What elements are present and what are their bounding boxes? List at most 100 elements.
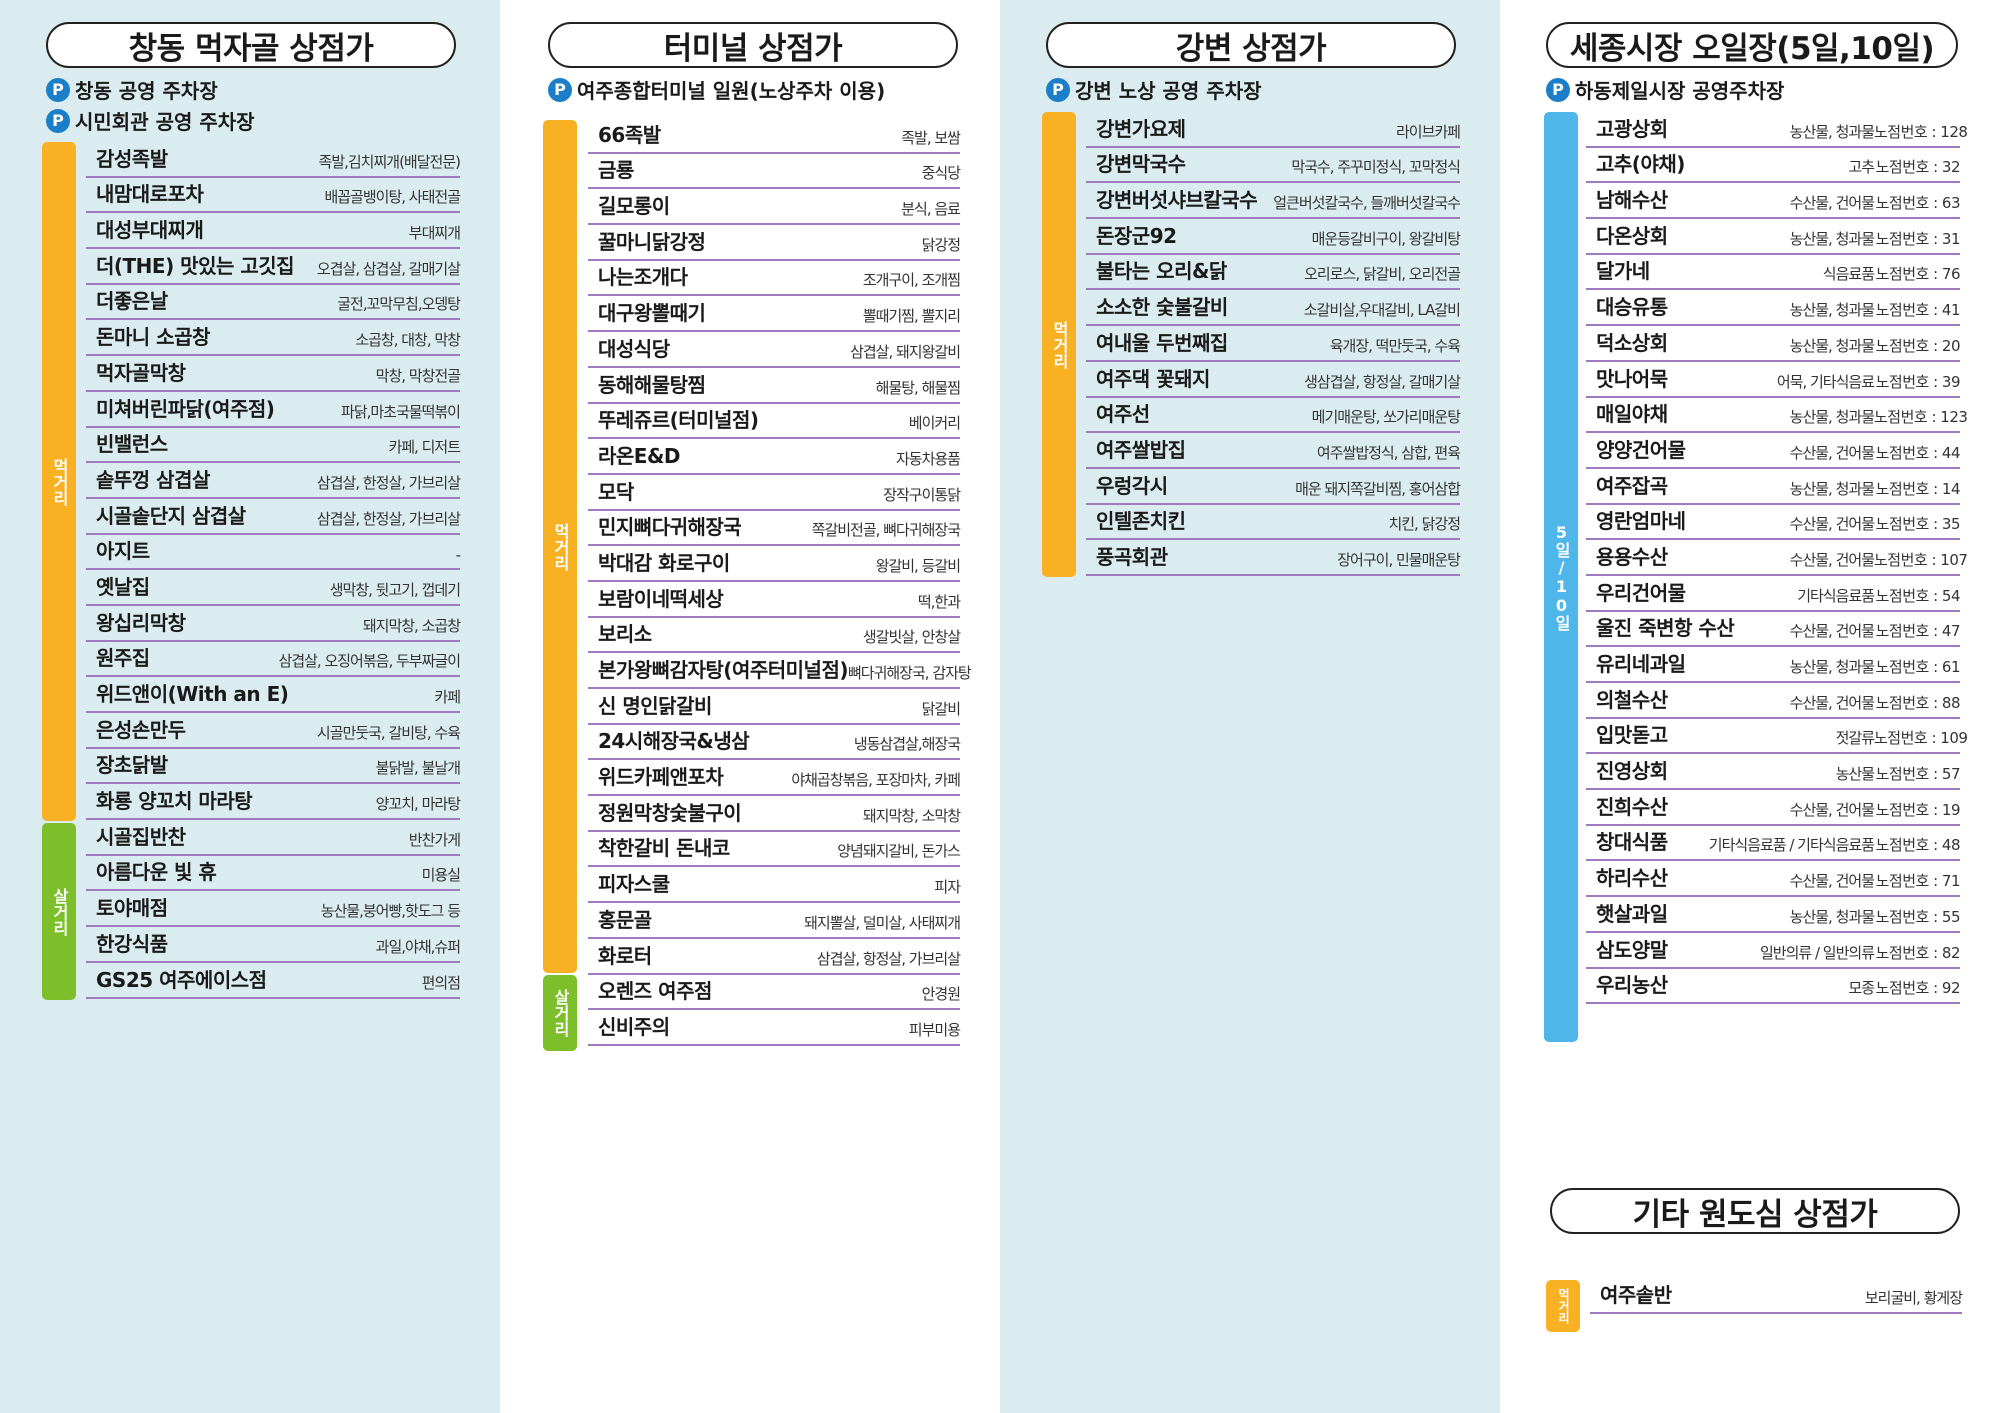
store-row: 감성족발 족발,김치찌개(배달전문): [86, 142, 461, 178]
store-description: 부대찌개: [408, 224, 461, 243]
store-description: 여주쌀밥정식, 삼합, 편육: [1316, 443, 1461, 462]
store-name: 보리소: [598, 622, 652, 647]
store-description: 매운 돼지쪽갈비찜, 홍어삼합: [1295, 479, 1461, 498]
store-description: 카페: [434, 688, 461, 706]
store-info: 떡,한과: [917, 591, 961, 612]
store-description: 돼지막창, 소막창: [862, 806, 961, 825]
store-row: 왕십리막창 돼지막창, 소곱창: [86, 606, 461, 642]
store-description: 삼겹살, 오징어볶음, 두부짜글이: [278, 652, 461, 671]
store-info: 소갈비살,우대갈비, LA갈비: [1304, 299, 1461, 320]
store-row: 의철수산 수산물, 건어물 노점번호 : 88: [1586, 683, 1961, 719]
store-name: 66족발: [598, 122, 661, 147]
store-description: 메기매운탕, 쏘가리매운탕: [1311, 408, 1461, 427]
store-name: 풍곡회관: [1096, 544, 1168, 569]
store-name: 여주쌀밥집: [1096, 437, 1186, 462]
parking-icon: P: [1546, 77, 1570, 102]
store-row: 돈마니 소곱창 소곱창, 대창, 막창: [86, 320, 461, 357]
stall-number: 노점번호 : 54: [1875, 586, 1961, 605]
store-description: 해물탕, 해물찜: [875, 378, 961, 397]
store-name: 돈장군92: [1096, 223, 1177, 248]
store-name: 뚜레쥬르(터미널점): [598, 408, 759, 433]
store-row: 신비주의 피부미용: [588, 1010, 961, 1046]
store-info: 수산물, 건어물 노점번호 : 35: [1790, 513, 1961, 534]
store-description: 닭갈비: [921, 699, 961, 718]
store-info: 장작구이통닭: [883, 484, 961, 505]
store-name: 보람이네떡세상: [598, 586, 724, 611]
store-description: 반찬가게: [408, 830, 461, 849]
store-row: 길모롱이 분식, 음료: [588, 189, 961, 226]
store-description: 수산물, 건어물: [1789, 872, 1875, 891]
store-description: 기타식음료품: [1797, 586, 1875, 605]
store-description: 피자: [934, 878, 961, 897]
store-description: 생갈빗살, 안창살: [862, 628, 961, 647]
store-info: 어묵, 기타식음료 노점번호 : 39: [1777, 371, 1961, 392]
store-description: 고추: [1848, 158, 1875, 177]
store-description: 식음료품: [1822, 265, 1875, 284]
store-info: 농산물, 청과물 노점번호 : 31: [1790, 228, 1961, 249]
store-info: 삼겹살, 한정살, 가브리살: [317, 508, 461, 529]
store-name: 솥뚜껑 삼겹살: [96, 467, 210, 492]
store-row: 빈밸런스 카페, 디저트: [86, 428, 461, 464]
store-info: 과일,야채,슈퍼: [376, 936, 461, 957]
store-row: 달가네 식음료품 노점번호 : 76: [1586, 255, 1961, 291]
store-row: 뚜레쥬르(터미널점) 베이커리: [588, 404, 961, 440]
store-row: 여주선 메기매운탕, 쏘가리매운탕: [1086, 398, 1461, 434]
parking-icon: P: [46, 108, 70, 133]
stall-number: 노점번호 : 14: [1875, 479, 1961, 498]
store-row: 여내울 두번째집 육개장, 떡만둣국, 수육: [1086, 326, 1461, 362]
store-description: 삼겹살, 한정살, 가브리살: [316, 473, 461, 492]
store-name: 여주잡곡: [1596, 473, 1668, 498]
store-row: 민지뼈다귀해장국 쪽갈비전골, 뼈다귀해장국: [588, 511, 961, 547]
store-name: 박대감 화로구이: [598, 550, 730, 575]
store-info: 막창, 막창전골: [376, 365, 461, 386]
store-row: 위드카페앤포차 야채곱창볶음, 포장마차, 카페: [588, 760, 961, 797]
store-name: 내맘대로포차: [96, 182, 204, 207]
store-name: 은성손만두: [96, 717, 186, 742]
store-name: 햇살과일: [1596, 901, 1668, 926]
store-row: 모닥 장작구이통닭: [588, 475, 961, 511]
category-food-bar: 먹거리: [543, 120, 577, 973]
category-food-bar: 먹거리: [1546, 1280, 1580, 1332]
store-name: 입맛돋고: [1596, 723, 1668, 748]
store-description: 카페, 디저트: [388, 438, 461, 457]
store-info: 시골만둣국, 갈비탕, 수육: [317, 722, 461, 743]
store-description: 파닭,마초국물떡볶이: [341, 402, 461, 421]
stall-number: 노점번호 : 88: [1875, 693, 1961, 712]
store-description: 농산물, 청과물: [1789, 301, 1875, 320]
store-info: 뼈다귀해장국, 감자탕: [848, 662, 972, 683]
store-info: 파닭,마초국물떡볶이: [341, 401, 461, 422]
category-market-days-bar: 5일/10일: [1544, 112, 1578, 1042]
store-row: 정원막창숯불구이 돼지막창, 소막창: [588, 796, 961, 832]
store-info: 양념돼지갈비, 돈가스: [837, 840, 961, 861]
parking-info: P 강변 노상 공영 주차장: [1046, 75, 1262, 104]
store-name: 왕십리막창: [96, 610, 186, 635]
category-label: 먹거리: [1050, 320, 1069, 369]
store-info: 돼지막창, 소막창: [862, 805, 961, 826]
store-name: 아름다운 빛 휴: [96, 860, 217, 885]
store-name: 진영상회: [1596, 759, 1668, 784]
store-row: 맛나어묵 어묵, 기타식음료 노점번호 : 39: [1586, 362, 1961, 398]
store-description: 삼겹살, 항정살, 가브리살: [816, 949, 961, 968]
category-goods-bar: 살거리: [543, 975, 577, 1051]
store-name: 동해해물탕찜: [598, 372, 706, 397]
category-label: 5일/10일: [1552, 523, 1571, 631]
store-row: 아지트 -: [86, 535, 461, 571]
store-row: 대성부대찌개 부대찌개: [86, 213, 461, 250]
store-row: 매일야채 농산물, 청과물 노점번호 : 123: [1586, 398, 1968, 434]
store-description: 안경원: [921, 985, 961, 1004]
store-row: 보리소 생갈빗살, 안창살: [588, 618, 961, 654]
stall-number: 노점번호 : 32: [1875, 158, 1961, 177]
store-description: 젓갈류: [1835, 729, 1875, 748]
stall-number: 노점번호 : 57: [1875, 765, 1961, 784]
store-name: 우리건어물: [1596, 580, 1686, 605]
store-name: 홍문골: [598, 907, 652, 932]
store-info: 베이커리: [909, 412, 961, 433]
store-name: 울진 죽변항 수산: [1596, 616, 1735, 641]
store-name: 의철수산: [1596, 687, 1668, 712]
store-description: 떡,한과: [917, 592, 961, 611]
store-info: 조개구이, 조개찜: [863, 269, 961, 290]
parking-icon: P: [548, 77, 572, 102]
parking-label: 강변 노상 공영 주차장: [1075, 79, 1262, 103]
store-description: 장어구이, 민물매운탕: [1337, 550, 1461, 569]
store-name: 장초닭발: [96, 753, 168, 778]
